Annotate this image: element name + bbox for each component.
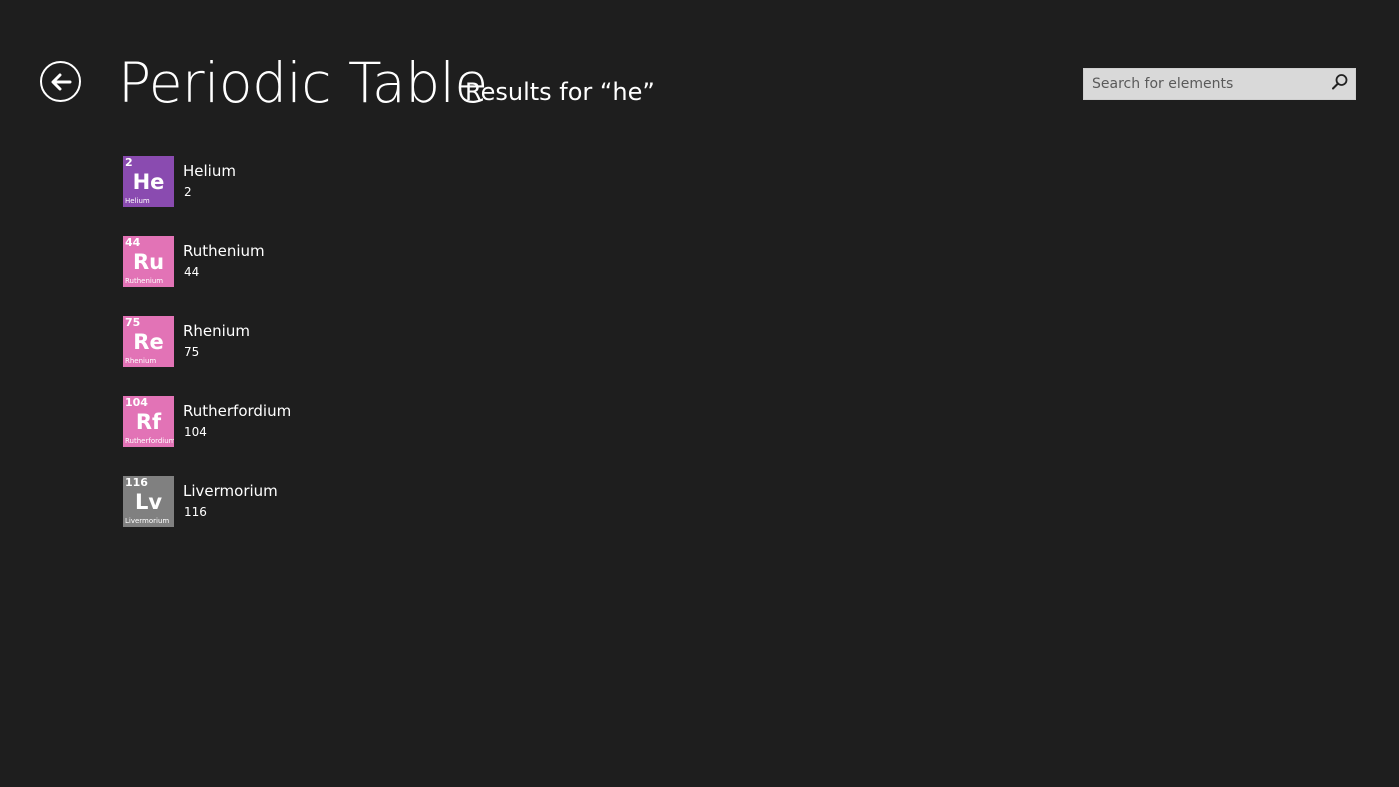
element-number: 116 xyxy=(184,505,207,519)
element-name: Livermorium xyxy=(183,482,278,500)
result-item-rutherfordium[interactable]: 104 Rf Rutherfordium Rutherfordium 104 xyxy=(123,396,523,447)
tile-symbol: Lv xyxy=(134,490,163,514)
back-button[interactable] xyxy=(40,61,81,102)
tile-atomic-number: 104 xyxy=(125,396,148,409)
element-tile: 104 Rf Rutherfordium xyxy=(123,396,174,447)
page-title: Periodic Table xyxy=(118,51,488,115)
tile-element-name: Helium xyxy=(125,197,150,205)
element-number: 75 xyxy=(184,345,200,359)
results-list: 2 He Helium Helium 2 44 Ru Ruthenium Rut… xyxy=(123,156,523,556)
tile-symbol: Re xyxy=(133,330,164,354)
results-label: Results for “he” xyxy=(465,78,655,106)
back-arrow-icon xyxy=(50,73,72,91)
element-name: Ruthenium xyxy=(183,242,265,260)
result-item-helium[interactable]: 2 He Helium Helium 2 xyxy=(123,156,523,207)
tile-symbol: Ru xyxy=(132,250,165,274)
element-name: Helium xyxy=(183,162,236,180)
tile-element-name: Rhenium xyxy=(125,357,157,365)
search-box xyxy=(1083,68,1356,100)
tile-atomic-number: 2 xyxy=(125,156,133,169)
element-tile: 44 Ru Ruthenium xyxy=(123,236,174,287)
tile-atomic-number: 44 xyxy=(125,236,141,249)
tile-element-name: Ruthenium xyxy=(125,277,164,285)
search-button[interactable] xyxy=(1329,74,1351,94)
tile-element-name: Livermorium xyxy=(125,517,170,525)
element-number: 2 xyxy=(184,185,192,199)
element-tile: 116 Lv Livermorium xyxy=(123,476,174,527)
tile-symbol: Rf xyxy=(135,410,162,434)
search-icon xyxy=(1331,73,1349,95)
tile-atomic-number: 75 xyxy=(125,316,141,329)
app-window: Periodic Table Results for “he” 2 He Hel… xyxy=(0,0,1399,787)
element-number: 44 xyxy=(184,265,200,279)
tile-atomic-number: 116 xyxy=(125,476,148,489)
element-name: Rutherfordium xyxy=(183,402,292,420)
tile-symbol: He xyxy=(132,170,165,194)
element-number: 104 xyxy=(184,425,207,439)
tile-element-name: Rutherfordium xyxy=(125,437,174,445)
element-tile: 75 Re Rhenium xyxy=(123,316,174,367)
element-tile: 2 He Helium xyxy=(123,156,174,207)
result-item-livermorium[interactable]: 116 Lv Livermorium Livermorium 116 xyxy=(123,476,523,527)
search-input[interactable] xyxy=(1084,69,1324,99)
result-item-ruthenium[interactable]: 44 Ru Ruthenium Ruthenium 44 xyxy=(123,236,523,287)
result-item-rhenium[interactable]: 75 Re Rhenium Rhenium 75 xyxy=(123,316,523,367)
element-name: Rhenium xyxy=(183,322,250,340)
